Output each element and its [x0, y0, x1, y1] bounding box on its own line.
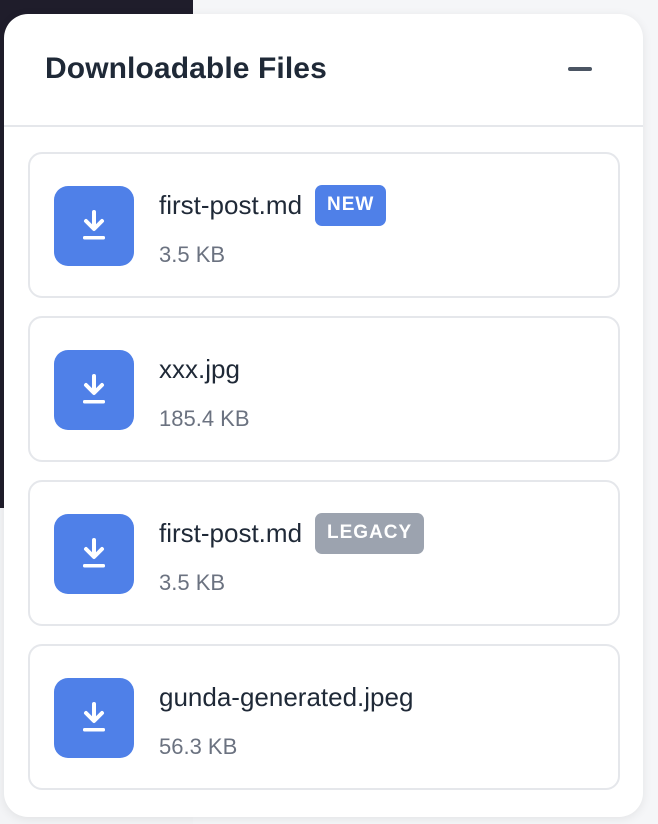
- download-button[interactable]: [54, 678, 134, 758]
- file-size: 56.3 KB: [159, 734, 238, 759]
- minus-icon: [568, 67, 592, 71]
- download-button[interactable]: [54, 514, 134, 594]
- file-item[interactable]: first-post.md LEGACY 3.5 KB: [28, 480, 620, 626]
- file-name[interactable]: gunda-generated.jpeg: [159, 682, 413, 713]
- panel-title: Downloadable Files: [45, 52, 327, 85]
- collapse-button[interactable]: [559, 52, 599, 86]
- file-item[interactable]: xxx.jpg 185.4 KB: [28, 316, 620, 462]
- file-size: 3.5 KB: [159, 570, 226, 595]
- download-icon: [83, 538, 105, 568]
- download-icon: [83, 210, 105, 240]
- downloadable-files-panel: Downloadable Files first-post.md NEW 3.5…: [4, 14, 643, 817]
- file-list: first-post.md NEW 3.5 KB xxx.jpg 185.4 K…: [28, 152, 620, 808]
- file-name[interactable]: first-post.md: [159, 518, 302, 549]
- file-name[interactable]: first-post.md: [159, 190, 302, 221]
- file-item[interactable]: first-post.md NEW 3.5 KB: [28, 152, 620, 298]
- legacy-badge: LEGACY: [315, 512, 425, 554]
- panel-header: Downloadable Files: [4, 14, 643, 127]
- download-button[interactable]: [54, 350, 134, 430]
- new-badge: NEW: [315, 184, 387, 226]
- download-icon: [83, 702, 105, 732]
- file-name[interactable]: xxx.jpg: [159, 354, 240, 385]
- file-item[interactable]: gunda-generated.jpeg 56.3 KB: [28, 644, 620, 790]
- file-size: 3.5 KB: [159, 242, 226, 267]
- file-size: 185.4 KB: [159, 406, 250, 431]
- download-icon: [83, 374, 105, 404]
- download-button[interactable]: [54, 186, 134, 266]
